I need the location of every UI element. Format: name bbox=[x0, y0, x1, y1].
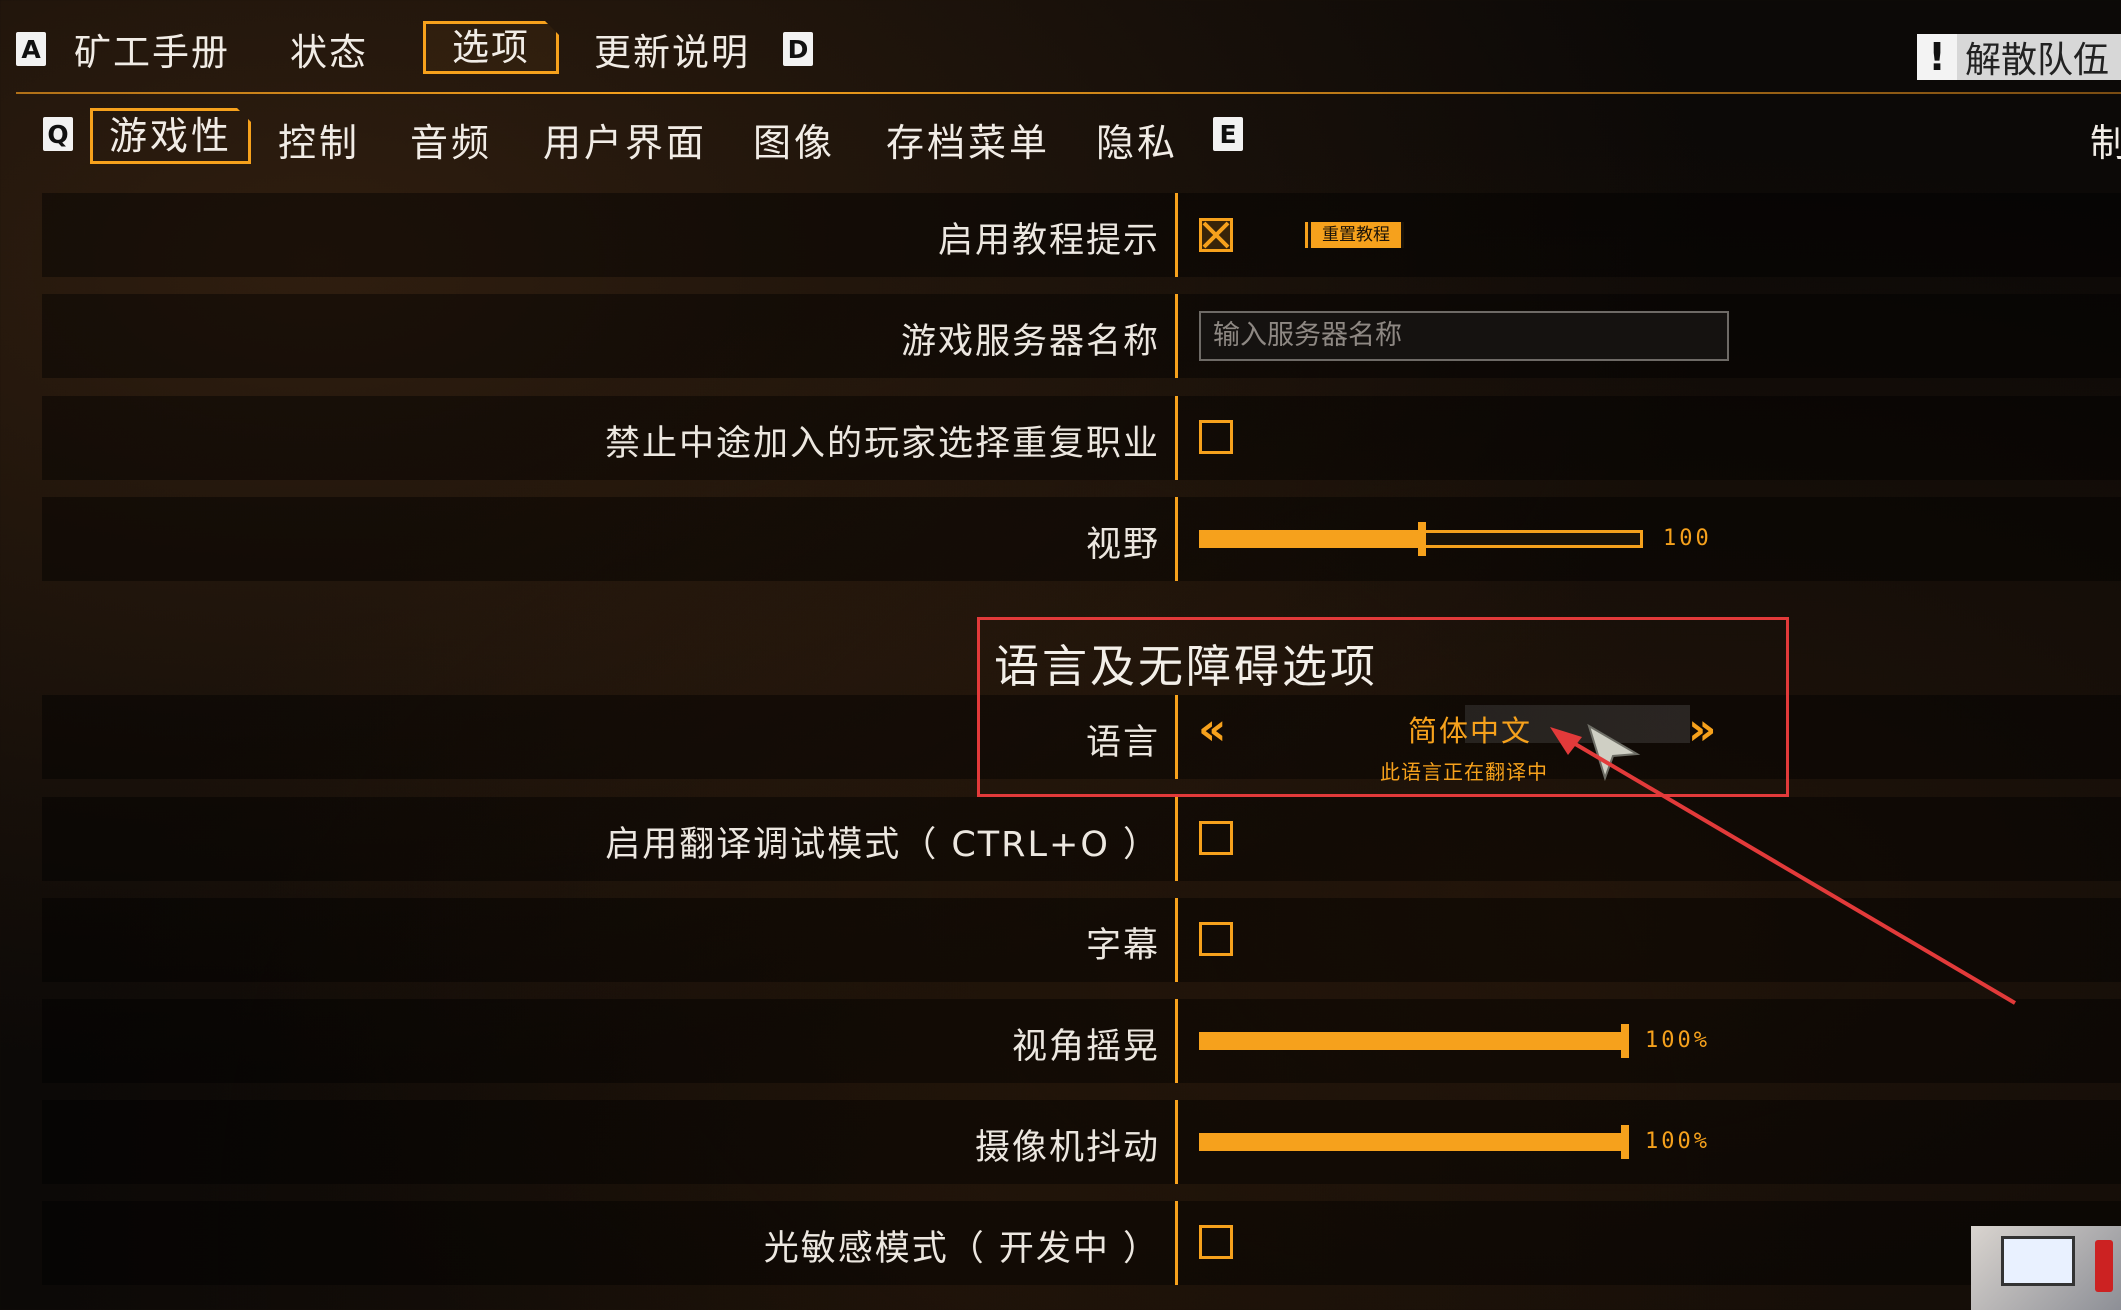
fov-slider[interactable] bbox=[1199, 522, 1643, 556]
server-name-input[interactable]: 输入服务器名称 bbox=[1199, 311, 1729, 361]
disband-team-label: 解散队伍 bbox=[1964, 40, 2109, 81]
no-dup-class-label: 禁止中途加入的玩家选择重复职业 bbox=[604, 424, 1160, 464]
view-bob-slider-fill bbox=[1202, 1035, 1626, 1047]
row-separator bbox=[1175, 294, 1178, 378]
row-separator bbox=[1175, 898, 1178, 982]
view-bob-value: 100% bbox=[1645, 1028, 1710, 1053]
key-hint-d: D bbox=[783, 32, 813, 66]
soda-can bbox=[2095, 1240, 2113, 1292]
fov-value: 100 bbox=[1663, 526, 1712, 551]
camera-shake-slider-thumb[interactable] bbox=[1621, 1125, 1629, 1159]
fov-label: 视野 bbox=[1085, 525, 1160, 565]
row-separator bbox=[1175, 797, 1178, 881]
subtab-overflow[interactable]: 制 bbox=[2090, 112, 2121, 167]
key-hint-a: A bbox=[16, 32, 46, 66]
camera-shake-slider[interactable] bbox=[1199, 1125, 1629, 1159]
nav-divider bbox=[16, 92, 2121, 94]
server-name-label: 游戏服务器名称 bbox=[900, 322, 1160, 362]
key-hint-q: Q bbox=[43, 117, 73, 151]
row-separator bbox=[1175, 999, 1178, 1083]
tab-status[interactable]: 状态 bbox=[290, 22, 368, 76]
fov-slider-fill bbox=[1202, 533, 1421, 545]
tutorial-hints-checkbox[interactable] bbox=[1199, 218, 1233, 252]
subtitles-checkbox[interactable] bbox=[1199, 922, 1233, 956]
row-separator bbox=[1175, 193, 1178, 277]
subtab-graphics[interactable]: 图像 bbox=[753, 112, 835, 167]
subtab-save-menu[interactable]: 存档菜单 bbox=[886, 112, 1050, 167]
camera-shake-slider-fill bbox=[1202, 1136, 1626, 1148]
camera-shake-label: 摄像机抖动 bbox=[974, 1128, 1160, 1168]
subtab-controls[interactable]: 控制 bbox=[278, 112, 360, 167]
subtab-audio[interactable]: 音频 bbox=[410, 112, 492, 167]
no-dup-class-checkbox[interactable] bbox=[1199, 420, 1233, 454]
webcam-thumbnail bbox=[1971, 1226, 2121, 1310]
subtab-privacy[interactable]: 隐私 bbox=[1096, 112, 1178, 167]
view-bob-slider-thumb[interactable] bbox=[1621, 1024, 1629, 1058]
setting-row bbox=[42, 497, 2121, 581]
row-separator bbox=[1175, 1100, 1178, 1184]
view-bob-label: 视角摇晃 bbox=[1011, 1027, 1160, 1067]
annotation-arrow-icon bbox=[1550, 727, 2017, 1005]
view-bob-slider[interactable] bbox=[1199, 1024, 1629, 1058]
tutorial-hints-label: 启用教程提示 bbox=[937, 221, 1160, 261]
row-separator bbox=[1175, 1201, 1178, 1285]
row-separator bbox=[1175, 497, 1178, 581]
camera-shake-value: 100% bbox=[1645, 1129, 1710, 1154]
key-hint-e: E bbox=[1213, 117, 1243, 151]
disband-team-button[interactable]: ! 解散队伍 bbox=[1916, 34, 2121, 81]
tab-patch-notes[interactable]: 更新说明 bbox=[594, 22, 750, 76]
laptop-screen bbox=[2001, 1236, 2075, 1286]
tab-options[interactable]: 选项 bbox=[423, 21, 559, 74]
translation-debug-label: 启用翻译调试模式（ CTRL+O ） bbox=[605, 825, 1160, 865]
photosensitive-label: 光敏感模式（ 开发中 ） bbox=[763, 1229, 1160, 1269]
row-separator bbox=[1175, 396, 1178, 480]
translation-debug-checkbox[interactable] bbox=[1199, 821, 1233, 855]
subtitles-label: 字幕 bbox=[1085, 926, 1160, 966]
reset-tutorial-button[interactable]: 重置教程 bbox=[1305, 222, 1404, 248]
subtab-gameplay[interactable]: 游戏性 bbox=[90, 108, 251, 164]
photosensitive-checkbox[interactable] bbox=[1199, 1225, 1233, 1259]
fov-slider-thumb[interactable] bbox=[1418, 522, 1426, 556]
subtab-ui[interactable]: 用户界面 bbox=[543, 112, 707, 167]
warning-icon: ! bbox=[1916, 34, 1957, 80]
tab-miner-manual[interactable]: 矿工手册 bbox=[74, 22, 230, 76]
